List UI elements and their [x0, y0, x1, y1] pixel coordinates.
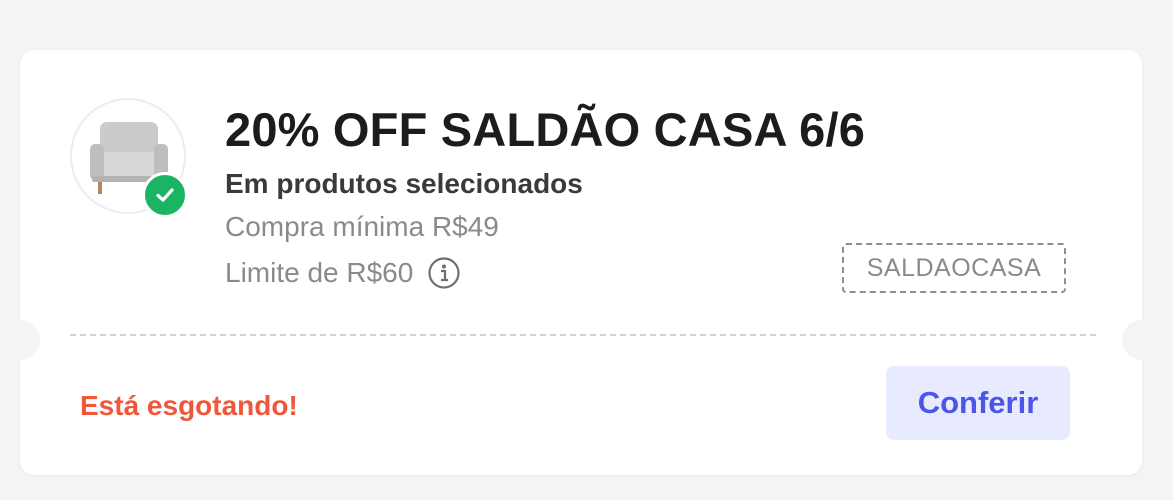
- check-button[interactable]: Conferir: [886, 366, 1070, 440]
- product-thumbnail: [70, 98, 188, 218]
- limit-row: Limite de R$60: [225, 256, 461, 290]
- coupon-code: SALDAOCASA: [842, 243, 1066, 293]
- discount-limit: Limite de R$60: [225, 257, 414, 288]
- stock-alert: Está esgotando!: [80, 390, 298, 421]
- coupon-subtitle: Em produtos selecionados: [225, 168, 583, 199]
- info-icon[interactable]: [427, 256, 461, 290]
- ticket-notch-right: [1122, 320, 1162, 360]
- ticket-notch-left: [0, 320, 40, 360]
- coupon-card: 20% OFF SALDÃO CASA 6/6 Em produtos sele…: [0, 50, 1162, 475]
- check-icon: [142, 172, 188, 218]
- dashed-divider: [70, 334, 1096, 336]
- coupon-title: 20% OFF SALDÃO CASA 6/6: [225, 103, 866, 156]
- minimum-purchase: Compra mínima R$49: [225, 211, 499, 242]
